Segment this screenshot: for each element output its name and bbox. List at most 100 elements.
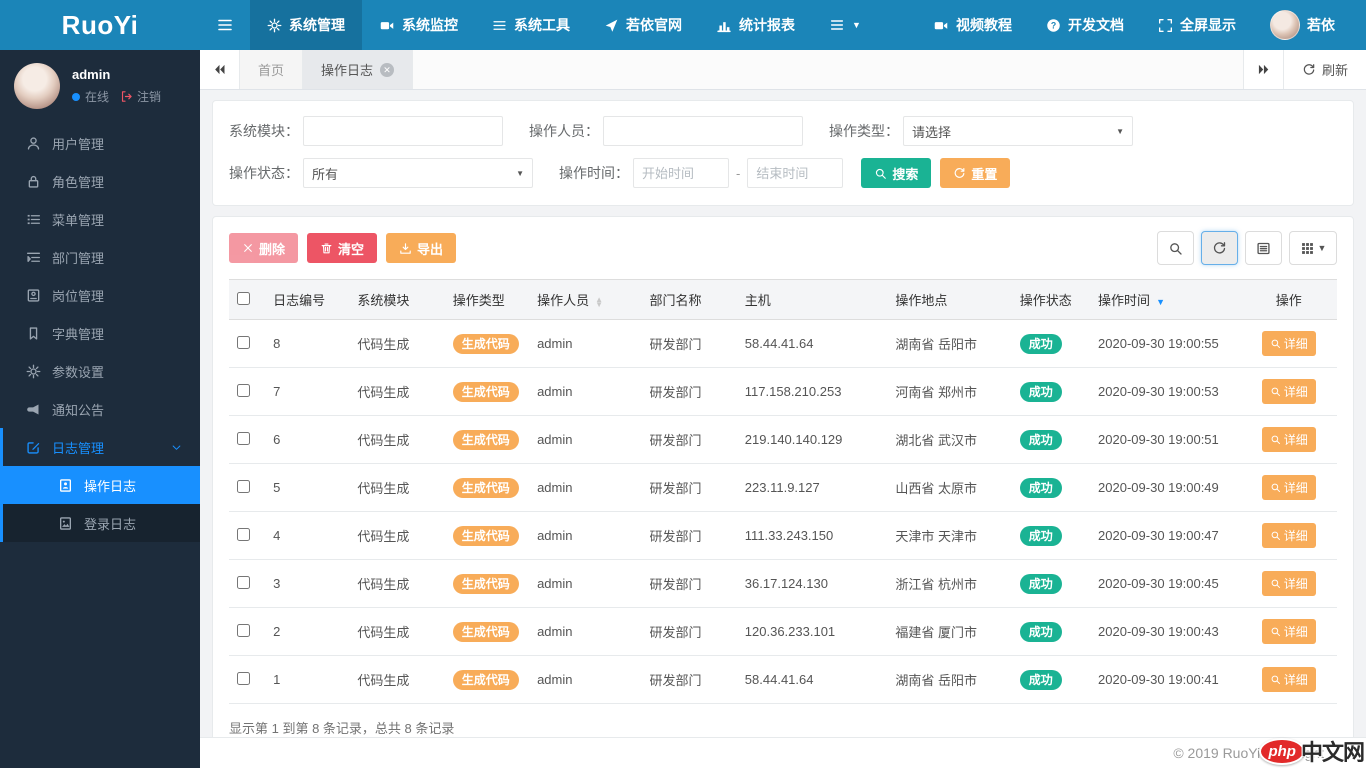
cell-checkbox [229, 415, 266, 464]
lock-icon [28, 175, 39, 188]
tabs-scroll-left-button[interactable] [200, 50, 240, 89]
cell-operator: admin [529, 511, 642, 560]
status-select[interactable]: 所有 ▼ [303, 158, 533, 188]
nav-fullscreen[interactable]: 全屏显示 [1141, 0, 1253, 50]
cell-action: 详细 [1240, 367, 1337, 416]
header-operator[interactable]: 操作人员 ▲ ▼ [529, 279, 642, 320]
sidebar-toggle-button[interactable] [200, 0, 250, 50]
brand-logo[interactable]: RuoYi [0, 0, 200, 50]
nav-user-menu[interactable]: 若依 [1253, 0, 1352, 50]
sidebar-item-log-manage[interactable]: 日志管理 [0, 428, 200, 466]
nav-system-monitor[interactable]: 系统监控 [362, 0, 475, 50]
row-checkbox[interactable] [237, 431, 250, 445]
cell-checkbox [229, 463, 266, 512]
cell-status: 成功 [1011, 511, 1091, 560]
sidebar-item-role-manage[interactable]: 角色管理 [0, 162, 200, 200]
nav-system-tools[interactable]: 系统工具 [475, 0, 587, 50]
clear-button[interactable]: 清空 [307, 233, 378, 263]
type-badge: 生成代码 [452, 333, 519, 354]
cell-type: 生成代码 [444, 463, 530, 512]
sidebar-item-operation-log[interactable]: 操作日志 [0, 466, 200, 504]
row-checkbox[interactable] [237, 671, 250, 685]
navbar-avatar [1270, 10, 1300, 40]
tab-operation-log[interactable]: 操作日志 ✕ [303, 50, 414, 89]
search-button[interactable]: 搜索 [861, 158, 932, 188]
cell-log-id: 5 [265, 463, 350, 512]
gear-icon [26, 364, 41, 378]
cell-location: 湖南省 岳阳市 [887, 655, 1012, 704]
select-all-checkbox[interactable] [237, 291, 250, 305]
search-icon [1271, 435, 1280, 445]
sidebar-item-notice[interactable]: 通知公告 [0, 390, 200, 428]
nav-system-manage[interactable]: 系统管理 [250, 0, 362, 50]
status-badge: 成功 [1019, 477, 1062, 498]
type-label: 操作类型： [829, 123, 899, 139]
table-detail-view-button[interactable] [1245, 231, 1282, 265]
operation-log-table: 日志编号 系统模块 操作类型 操作人员 ▲ ▼ 部门名称 主机 操作地点 操作状态 … [229, 279, 1337, 704]
detail-button[interactable]: 详细 [1261, 427, 1316, 452]
cell-status: 成功 [1011, 559, 1091, 608]
search-icon [876, 168, 887, 179]
nav-video-tutorial[interactable]: 视频教程 [916, 0, 1029, 50]
row-checkbox[interactable] [237, 575, 250, 589]
sidebar-item-post-manage[interactable]: 岗位管理 [0, 276, 200, 314]
user-avatar[interactable] [14, 63, 60, 109]
status-label: 操作状态： [229, 165, 299, 181]
sidebar-menu: 用户管理 角色管理 菜单管理 部门管理 岗位管理 字典管理 参数设置 通知公告 [0, 124, 200, 542]
detail-button[interactable]: 详细 [1261, 475, 1316, 500]
sidebar-item-param-settings[interactable]: 参数设置 [0, 352, 200, 390]
sidebar-item-menu-manage[interactable]: 菜单管理 [0, 200, 200, 238]
type-select[interactable]: 请选择 ▼ [903, 116, 1133, 146]
start-time-input[interactable] [633, 158, 729, 188]
detail-button[interactable]: 详细 [1261, 619, 1316, 644]
table-columns-button[interactable]: ▼ [1289, 231, 1337, 265]
cell-status: 成功 [1011, 463, 1091, 512]
detail-button[interactable]: 详细 [1261, 331, 1316, 356]
cell-location: 山西省 太原市 [887, 463, 1012, 512]
nav-statistics-report[interactable]: 统计报表 [699, 0, 812, 50]
delete-button[interactable]: 删除 [229, 233, 299, 263]
log-submenu: 操作日志 登录日志 [0, 466, 200, 542]
cell-action: 详细 [1240, 655, 1337, 704]
status-badge: 成功 [1019, 525, 1062, 546]
detail-button[interactable]: 详细 [1261, 379, 1316, 404]
sidebar-item-user-manage[interactable]: 用户管理 [0, 124, 200, 162]
reset-button[interactable]: 重置 [940, 158, 1011, 188]
main-area: 首页 操作日志 ✕ 刷新 系统模块： 操作人员： 操作类型： 请选择 ▼ 操作状… [200, 50, 1366, 768]
row-checkbox[interactable] [237, 383, 250, 397]
module-input[interactable] [303, 116, 503, 146]
type-badge: 生成代码 [452, 381, 519, 402]
row-checkbox[interactable] [237, 623, 250, 637]
row-checkbox[interactable] [237, 479, 250, 493]
operator-input[interactable] [603, 116, 803, 146]
tab-home[interactable]: 首页 [240, 50, 304, 89]
header-time[interactable]: 操作时间 ▼ [1090, 279, 1241, 320]
row-checkbox[interactable] [237, 527, 250, 541]
detail-button[interactable]: 详细 [1261, 523, 1316, 548]
cell-time: 2020-09-30 19:00:49 [1090, 463, 1241, 512]
logout-link[interactable]: 注销 [120, 88, 161, 105]
cell-log-id: 1 [265, 655, 350, 704]
export-button[interactable]: 导出 [386, 233, 457, 263]
table-search-toggle-button[interactable] [1157, 231, 1194, 265]
sidebar-item-dict-manage[interactable]: 字典管理 [0, 314, 200, 352]
sort-desc-icon: ▼ [1156, 297, 1165, 307]
nav-dev-docs[interactable]: ? 开发文档 [1029, 0, 1141, 50]
nav-more-dropdown[interactable]: ▼ [812, 0, 878, 50]
detail-button[interactable]: 详细 [1261, 667, 1316, 692]
table-refresh-button[interactable] [1201, 231, 1238, 265]
cell-module: 代码生成 [349, 415, 445, 464]
tabs-scroll-right-button[interactable] [1242, 50, 1283, 89]
tab-refresh-button[interactable]: 刷新 [1282, 50, 1366, 89]
cell-host: 120.36.233.101 [736, 607, 888, 656]
tab-close-icon[interactable]: ✕ [380, 62, 395, 77]
type-badge: 生成代码 [452, 429, 519, 450]
sidebar-item-dept-manage[interactable]: 部门管理 [0, 238, 200, 276]
nav-official-site[interactable]: 若依官网 [587, 0, 699, 50]
cell-operator: admin [529, 415, 642, 464]
detail-button[interactable]: 详细 [1261, 571, 1316, 596]
sidebar-item-login-log[interactable]: 登录日志 [0, 504, 200, 542]
row-checkbox[interactable] [237, 335, 250, 349]
cell-log-id: 7 [265, 367, 350, 416]
end-time-input[interactable] [747, 158, 844, 188]
